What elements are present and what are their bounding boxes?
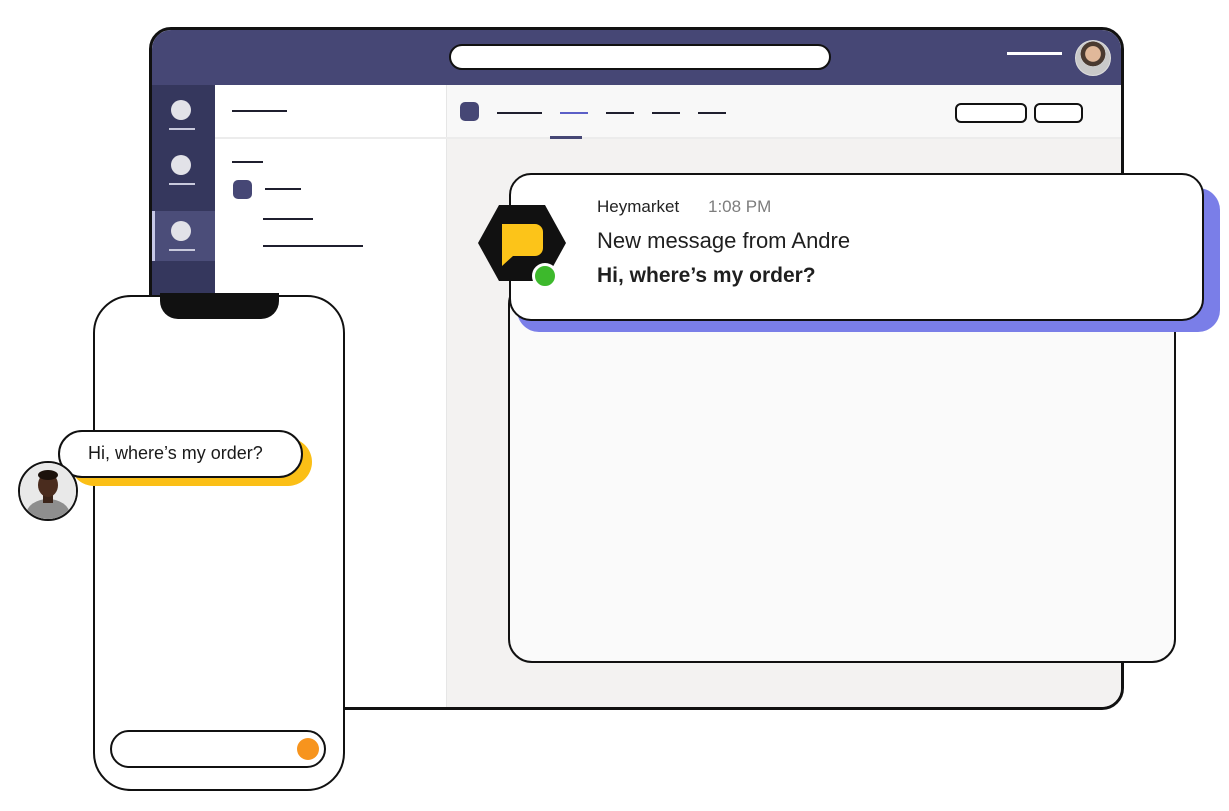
- team-name-placeholder[interactable]: [265, 188, 301, 190]
- avatar-icon: [20, 463, 76, 519]
- channel-icon: [460, 102, 479, 121]
- header-button[interactable]: [1034, 103, 1083, 123]
- notification-app-name: Heymarket: [597, 197, 680, 216]
- rail-icon: [171, 155, 191, 175]
- message-input[interactable]: [110, 730, 326, 768]
- list-header: [215, 85, 447, 139]
- user-name-placeholder: [1007, 52, 1062, 55]
- conversation-card: [508, 280, 1176, 663]
- channel-placeholder[interactable]: [263, 218, 313, 220]
- team-icon: [233, 180, 252, 199]
- incoming-message-text: Hi, where’s my order?: [88, 443, 263, 463]
- send-button[interactable]: [297, 738, 319, 760]
- tab-placeholder[interactable]: [497, 112, 542, 114]
- list-title-placeholder: [232, 110, 287, 112]
- rail-label-placeholder: [169, 183, 195, 185]
- tab-placeholder[interactable]: [652, 112, 680, 114]
- tab-placeholder-active[interactable]: [560, 112, 588, 114]
- rail-item-2[interactable]: [152, 145, 215, 195]
- andre-avatar: [18, 461, 78, 521]
- rail-icon: [171, 100, 191, 120]
- user-avatar-icon[interactable]: [1075, 40, 1111, 76]
- online-status-icon: [532, 263, 558, 289]
- app-header-bar: [152, 30, 1121, 85]
- rail-item-3-selected[interactable]: [152, 211, 215, 261]
- rail-icon: [171, 221, 191, 241]
- notification-title: New message from Andre: [597, 228, 851, 253]
- header-button[interactable]: [955, 103, 1027, 123]
- rail-item-1[interactable]: [152, 90, 215, 140]
- tab-placeholder[interactable]: [698, 112, 726, 114]
- active-tab-indicator: [550, 136, 582, 139]
- phone-frame: [93, 295, 345, 791]
- rail-label-placeholder: [169, 128, 195, 130]
- notification-body: Hi, where’s my order?: [597, 264, 816, 287]
- tab-placeholder[interactable]: [606, 112, 634, 114]
- rail-label-placeholder: [169, 249, 195, 251]
- search-bar[interactable]: [449, 44, 831, 70]
- list-group-placeholder: [232, 161, 263, 163]
- notification-time: 1:08 PM: [708, 197, 772, 216]
- channel-placeholder[interactable]: [263, 245, 363, 247]
- main-header: [447, 85, 1121, 139]
- phone-notch: [160, 293, 279, 319]
